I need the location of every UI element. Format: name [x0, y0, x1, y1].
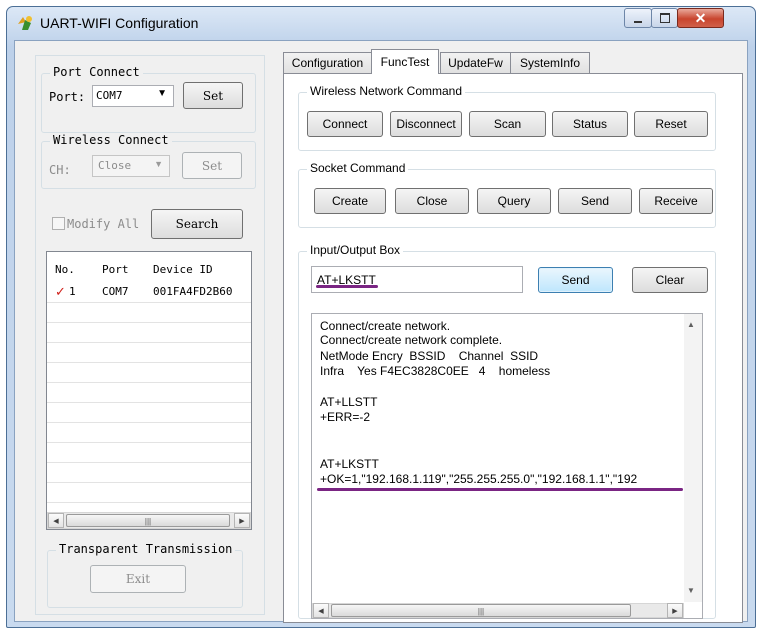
scroll-thumb[interactable]: ||| [331, 604, 631, 617]
output-hscrollbar[interactable]: ◀ ||| ▶ [312, 603, 684, 618]
row-device-id: 001FA4FD2B60 [153, 285, 233, 298]
device-list[interactable]: No. Port Device ID ✓ 1 COM7 001FA4FD2B60… [46, 251, 252, 530]
table-row[interactable] [47, 302, 251, 323]
command-input[interactable]: AT+LKSTT [311, 266, 523, 293]
disconnect-button[interactable]: Disconnect [390, 111, 462, 137]
minimize-button[interactable] [624, 8, 652, 28]
port-set-button[interactable]: Set [183, 82, 243, 109]
table-row[interactable] [47, 462, 251, 483]
tab-systeminfo[interactable]: SystemInfo [510, 52, 590, 73]
output-textarea[interactable]: Connect/create network. Connect/create n… [311, 313, 703, 619]
table-row[interactable] [47, 482, 251, 503]
modify-all-checkbox[interactable] [52, 217, 65, 230]
table-row[interactable] [47, 442, 251, 463]
check-mark-icon: ✓ [55, 284, 66, 299]
io-send-button[interactable]: Send [538, 267, 613, 293]
port-connect-legend: Port Connect [50, 65, 143, 79]
port-select[interactable]: COM7 ▼ [92, 85, 174, 107]
scroll-thumb[interactable]: ||| [66, 514, 230, 527]
socket-command-legend: Socket Command [307, 161, 409, 175]
output-annotation-underline [317, 488, 683, 491]
scroll-right-icon[interactable]: ▶ [667, 603, 683, 618]
scan-button[interactable]: Scan [469, 111, 546, 137]
close-button[interactable]: ✕ [677, 8, 724, 28]
tab-functest[interactable]: FuncTest [371, 49, 439, 74]
receive-button[interactable]: Receive [639, 188, 713, 214]
output-vscrollbar[interactable]: ▲ ▼ [684, 314, 702, 602]
tab-updatefw[interactable]: UpdateFw [440, 52, 511, 73]
table-row[interactable] [47, 382, 251, 403]
ch-select[interactable]: Close ▼ [92, 155, 170, 177]
output-line: Infra Yes F4EC3828C0EE 4 homeless [320, 364, 551, 378]
table-row[interactable]: ✓ 1 COM7 001FA4FD2B60 [47, 282, 251, 303]
output-line: +OK=1,"192.168.1.119","255.255.255.0","1… [320, 472, 638, 486]
output-line: NetMode Encry BSSID Channel SSID [320, 349, 539, 363]
chevron-down-icon: ▼ [157, 88, 167, 99]
wireless-network-command-legend: Wireless Network Command [307, 84, 466, 98]
output-line: Connect/create network complete. [320, 333, 503, 347]
table-row[interactable] [47, 342, 251, 363]
maximize-icon [659, 13, 670, 23]
port-select-value: COM7 [96, 89, 123, 102]
minimize-icon [634, 20, 642, 23]
column-header-port[interactable]: Port [102, 260, 129, 280]
output-line: AT+LLSTT [320, 395, 378, 409]
maximize-button[interactable] [651, 8, 678, 28]
table-row[interactable] [47, 422, 251, 443]
scroll-grip-icon: ||| [477, 607, 485, 616]
ch-set-button[interactable]: Set [182, 152, 242, 179]
column-header-no[interactable]: No. [55, 260, 75, 280]
reset-button[interactable]: Reset [634, 111, 708, 137]
input-output-box-legend: Input/Output Box [307, 243, 404, 257]
title-bar[interactable]: UART-WIFI Configuration ✕ [6, 6, 756, 40]
table-row[interactable] [47, 362, 251, 383]
create-button[interactable]: Create [314, 188, 386, 214]
port-label: Port: [49, 90, 86, 104]
output-line: Connect/create network. [320, 319, 451, 333]
socket-send-button[interactable]: Send [558, 188, 632, 214]
connect-button[interactable]: Connect [307, 111, 383, 137]
table-row[interactable] [47, 402, 251, 423]
exit-button[interactable]: Exit [90, 565, 186, 593]
scroll-up-icon[interactable]: ▲ [687, 320, 695, 329]
modify-all-label: Modify All [67, 217, 140, 231]
device-list-hscrollbar[interactable]: ◀ ||| ▶ [47, 512, 251, 529]
ch-label: CH: [49, 163, 71, 177]
transparent-transmission-legend: Transparent Transmission [56, 542, 236, 556]
wireless-connect-legend: Wireless Connect [50, 133, 172, 147]
ch-select-value: Close [98, 159, 132, 172]
close-icon: ✕ [694, 9, 707, 26]
scroll-down-icon[interactable]: ▼ [687, 586, 695, 595]
table-row[interactable] [47, 322, 251, 343]
input-annotation-underline [316, 285, 378, 288]
status-button[interactable]: Status [552, 111, 628, 137]
column-header-device-id[interactable]: Device ID [153, 260, 213, 280]
query-button[interactable]: Query [477, 188, 551, 214]
app-icon [16, 14, 34, 32]
tab-configuration[interactable]: Configuration [283, 52, 372, 73]
scroll-left-icon[interactable]: ◀ [313, 603, 329, 618]
scroll-grip-icon: ||| [144, 517, 152, 526]
row-no: 1 [69, 285, 76, 298]
window-title: UART-WIFI Configuration [40, 15, 199, 31]
search-button[interactable]: Search [151, 209, 243, 239]
output-line: AT+LKSTT [320, 457, 379, 471]
row-port: COM7 [102, 285, 129, 298]
output-line: +ERR=-2 [320, 410, 371, 424]
scroll-left-icon[interactable]: ◀ [48, 513, 64, 528]
scroll-right-icon[interactable]: ▶ [234, 513, 250, 528]
chevron-down-icon: ▼ [154, 159, 163, 169]
clear-button[interactable]: Clear [632, 267, 708, 293]
socket-close-button[interactable]: Close [395, 188, 469, 214]
